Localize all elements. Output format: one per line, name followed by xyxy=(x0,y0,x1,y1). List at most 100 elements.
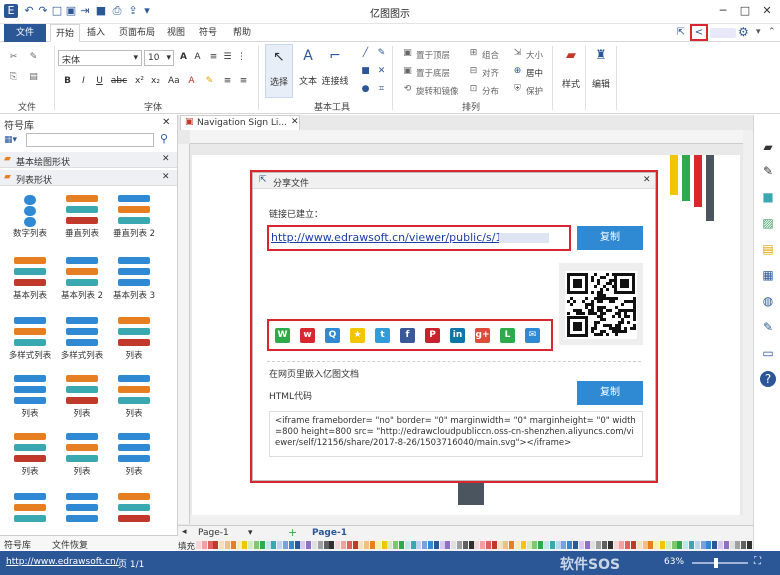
embed-code-textarea[interactable]: <iframe frameborder= "no" border= "0" ma… xyxy=(269,411,643,457)
select-tool[interactable]: ↖ 选择 xyxy=(265,44,293,98)
shrink-font-icon[interactable]: A xyxy=(192,52,203,63)
zoom-slider-thumb[interactable] xyxy=(714,558,718,568)
color-swatch[interactable] xyxy=(288,541,294,549)
color-swatch[interactable] xyxy=(283,541,288,549)
align-center-icon[interactable]: ≡ xyxy=(222,76,233,87)
strikethrough-button[interactable]: abc xyxy=(110,76,128,87)
section-list-shapes[interactable]: ▰ 列表形状 ✕ xyxy=(0,170,177,186)
facebook-icon[interactable]: f xyxy=(400,328,415,343)
tab-page-1[interactable]: Page-1 xyxy=(312,528,347,538)
color-swatch[interactable] xyxy=(399,541,404,549)
zoom-slider[interactable] xyxy=(692,562,748,564)
align-button[interactable]: 对齐 xyxy=(482,67,499,79)
color-swatch[interactable] xyxy=(335,541,341,549)
align-left-icon[interactable]: ≡ xyxy=(208,52,219,63)
collapse-ribbon-icon[interactable]: ⌃ xyxy=(768,25,778,39)
color-swatch[interactable] xyxy=(515,541,520,549)
color-swatch[interactable] xyxy=(619,541,625,549)
copy-icon[interactable]: ⎘ xyxy=(8,72,19,83)
tab-symbol[interactable]: 符号 xyxy=(194,24,222,42)
color-swatch[interactable] xyxy=(254,541,259,549)
color-swatch[interactable] xyxy=(236,541,242,549)
globe-icon[interactable]: ◍ xyxy=(760,293,776,309)
align-right-icon[interactable]: ≡ xyxy=(238,76,249,87)
color-swatch[interactable] xyxy=(225,541,230,549)
layers-icon[interactable]: ▤ xyxy=(760,241,776,257)
color-swatch[interactable] xyxy=(526,541,532,549)
color-swatch[interactable] xyxy=(358,541,364,549)
color-swatch[interactable] xyxy=(567,541,573,549)
protect-button[interactable]: 保护 xyxy=(526,85,543,97)
color-swatch[interactable] xyxy=(613,541,619,549)
color-swatch[interactable] xyxy=(729,541,735,549)
library-symbol[interactable]: 列表 xyxy=(110,373,158,419)
library-menu-icon[interactable]: ▦▾ xyxy=(4,133,24,147)
color-swatch[interactable] xyxy=(607,541,613,549)
search-icon[interactable]: ⚲ xyxy=(160,132,168,145)
color-swatch[interactable] xyxy=(375,541,381,549)
close-icon[interactable]: ✕ xyxy=(291,117,299,127)
color-swatch[interactable] xyxy=(201,541,207,549)
tab-insert[interactable]: 插入 xyxy=(82,24,110,42)
color-swatch[interactable] xyxy=(439,541,445,549)
color-swatch[interactable] xyxy=(323,541,329,549)
font-color-icon[interactable]: A xyxy=(186,76,197,87)
color-swatch[interactable] xyxy=(213,541,219,549)
googleplus-icon[interactable]: g+ xyxy=(475,328,490,343)
close-icon[interactable]: ✕ xyxy=(162,172,170,182)
color-swatch[interactable] xyxy=(271,541,277,549)
color-swatch[interactable] xyxy=(538,541,544,549)
color-swatch[interactable] xyxy=(486,541,491,549)
minimize-button[interactable]: ─ xyxy=(714,3,732,19)
color-swatch[interactable] xyxy=(219,541,225,549)
font-name-select[interactable]: 宋体 ▾ xyxy=(58,50,142,66)
library-symbol[interactable]: 基本列表 3 xyxy=(110,255,158,301)
publish-icon[interactable]: ⇱ xyxy=(674,26,688,40)
page-list-tab[interactable]: Page-1 xyxy=(198,528,229,538)
highlight-icon[interactable]: ✎ xyxy=(204,76,215,87)
subscript-icon[interactable]: x₂ xyxy=(150,76,161,87)
case-icon[interactable]: Aa xyxy=(168,76,180,87)
color-swatch[interactable] xyxy=(196,541,201,549)
color-swatch[interactable] xyxy=(341,541,346,549)
color-swatch[interactable] xyxy=(404,541,410,549)
color-swatch[interactable] xyxy=(422,541,428,549)
color-swatch[interactable] xyxy=(590,541,596,549)
brush-icon[interactable]: ✎ xyxy=(28,52,39,63)
twitter-icon[interactable]: t xyxy=(375,328,390,343)
color-swatch[interactable] xyxy=(636,541,642,549)
color-swatch[interactable] xyxy=(370,541,375,549)
size-button[interactable]: 大小 xyxy=(526,49,543,61)
color-swatch[interactable] xyxy=(491,541,497,549)
underline-button[interactable]: U xyxy=(94,76,105,87)
color-swatch[interactable] xyxy=(277,541,283,549)
color-swatch[interactable] xyxy=(416,541,422,549)
color-swatch[interactable] xyxy=(462,541,468,549)
color-swatch[interactable] xyxy=(428,541,433,549)
library-symbol[interactable]: 基本列表 xyxy=(6,255,54,301)
color-swatch[interactable] xyxy=(671,541,677,549)
color-swatch[interactable] xyxy=(207,541,213,549)
color-swatch[interactable] xyxy=(694,541,700,549)
color-swatch[interactable] xyxy=(648,541,654,549)
color-swatch[interactable] xyxy=(596,541,602,549)
color-swatch[interactable] xyxy=(346,541,352,549)
line-style-icon[interactable]: ✎ xyxy=(760,163,776,179)
color-swatch[interactable] xyxy=(300,541,306,549)
vertical-scrollbar[interactable] xyxy=(743,130,753,525)
add-page-icon[interactable]: + xyxy=(288,526,297,539)
color-swatch[interactable] xyxy=(712,541,718,549)
section-basic-shapes[interactable]: ▰ 基本绘图形状 ✕ xyxy=(0,152,177,168)
color-swatch[interactable] xyxy=(451,541,457,549)
color-swatch[interactable] xyxy=(660,541,665,549)
fit-page-icon[interactable]: ⛶ xyxy=(754,556,761,567)
color-swatch[interactable] xyxy=(544,541,549,549)
paste-icon[interactable]: ▤ xyxy=(28,72,39,83)
bring-front-button[interactable]: 置于顶层 xyxy=(416,49,450,61)
library-symbol[interactable]: 垂直列表 2 xyxy=(110,193,158,239)
color-swatch[interactable] xyxy=(747,541,752,549)
color-swatch[interactable] xyxy=(352,541,358,549)
help-dropdown-icon[interactable]: ▾ xyxy=(756,25,766,39)
email-icon[interactable]: ✉ xyxy=(525,328,540,343)
share-icon[interactable]: < xyxy=(690,24,708,41)
